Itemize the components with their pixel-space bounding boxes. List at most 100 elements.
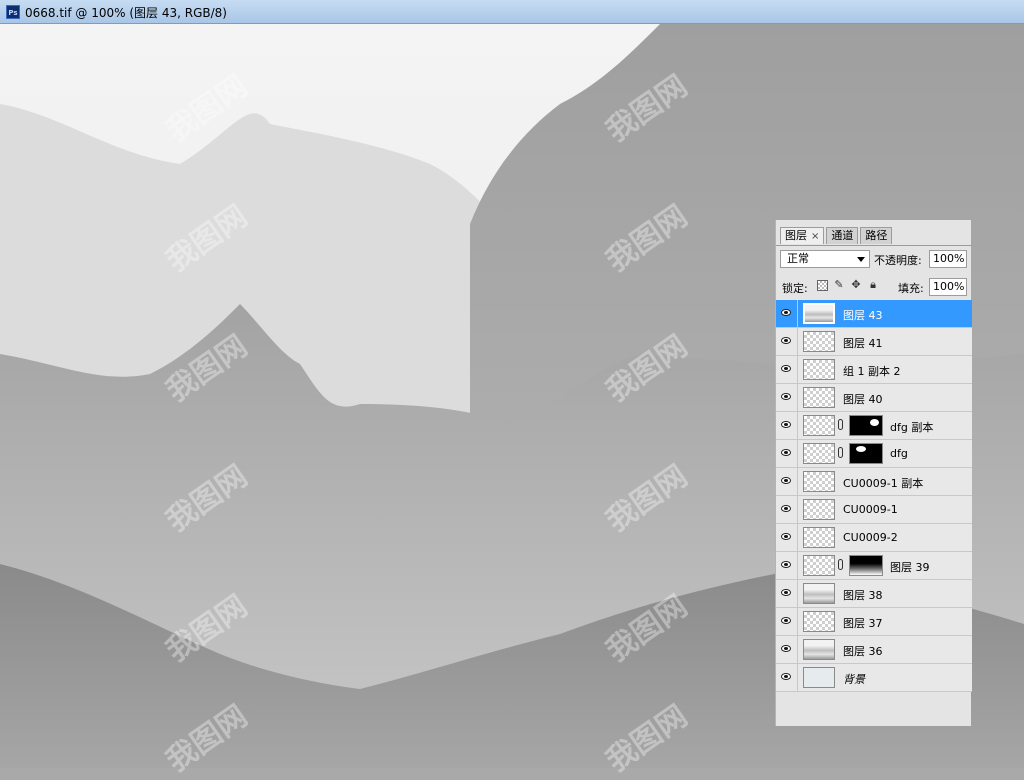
layer-thumbnail	[803, 667, 835, 688]
visibility-toggle[interactable]	[776, 552, 798, 579]
visibility-toggle[interactable]	[776, 496, 798, 523]
lock-transparency-icon[interactable]	[817, 280, 828, 291]
window-titlebar: Ps 0668.tif @ 100% (图层 43, RGB/8)	[0, 0, 1024, 24]
eye-icon	[781, 645, 791, 652]
layer-name: 图层 37	[843, 617, 883, 630]
layer-row[interactable]: 图层 40	[776, 384, 972, 412]
layer-row[interactable]: 图层 39	[776, 552, 972, 580]
layer-name: CU0009-2	[843, 531, 898, 544]
eye-icon	[781, 365, 791, 372]
layer-thumbnail	[803, 527, 835, 548]
layer-thumbnail	[803, 443, 835, 464]
layer-name: 图层 41	[843, 337, 883, 350]
visibility-toggle[interactable]	[776, 524, 798, 551]
visibility-toggle[interactable]	[776, 580, 798, 607]
blend-mode-select[interactable]: 正常	[780, 250, 870, 268]
visibility-toggle[interactable]	[776, 300, 798, 327]
panel-tabs: 图层 × 通道 路径	[780, 227, 894, 245]
layer-mask-thumbnail[interactable]	[849, 415, 883, 436]
visibility-toggle[interactable]	[776, 412, 798, 439]
layer-name: 图层 40	[843, 393, 883, 406]
tab-layers[interactable]: 图层 ×	[780, 227, 825, 244]
layer-name: 图层 36	[843, 645, 883, 658]
link-icon[interactable]	[838, 419, 843, 430]
eye-icon	[781, 533, 791, 540]
layer-row[interactable]: 组 1 副本 2	[776, 356, 972, 384]
layer-thumbnail	[803, 583, 835, 604]
layer-row[interactable]: dfg 副本	[776, 412, 972, 440]
tab-label: 图层	[785, 229, 807, 242]
layer-mask-thumbnail[interactable]	[849, 443, 883, 464]
eye-icon	[781, 309, 791, 316]
layer-thumbnail	[803, 387, 835, 408]
layer-row[interactable]: CU0009-1	[776, 496, 972, 524]
eye-icon	[781, 449, 791, 456]
opacity-label: 不透明度:	[874, 254, 922, 267]
fill-input[interactable]: 100%	[929, 278, 967, 296]
eye-icon	[781, 337, 791, 344]
layer-thumbnail	[803, 499, 835, 520]
tab-paths[interactable]: 路径	[860, 227, 893, 244]
layer-thumbnail	[803, 303, 835, 324]
blend-mode-value: 正常	[787, 252, 809, 265]
eye-icon	[781, 505, 791, 512]
link-icon[interactable]	[838, 559, 843, 570]
eye-icon	[781, 617, 791, 624]
fill-label: 填充:	[898, 282, 924, 295]
layer-thumbnail	[803, 471, 835, 492]
layer-row[interactable]: 图层 43	[776, 300, 972, 328]
layer-row[interactable]: dfg	[776, 440, 972, 468]
tab-divider	[776, 245, 972, 246]
eye-icon	[781, 673, 791, 680]
layer-name: CU0009-1	[843, 503, 898, 516]
layer-thumbnail	[803, 359, 835, 380]
layer-name: 图层 38	[843, 589, 883, 602]
layer-mask-thumbnail[interactable]	[849, 555, 883, 576]
opacity-input[interactable]: 100%	[929, 250, 967, 268]
layer-name: dfg	[890, 447, 908, 460]
layer-name: 图层 43	[843, 309, 883, 322]
layer-name: dfg 副本	[890, 421, 934, 434]
tab-label: 路径	[865, 229, 888, 242]
layer-row[interactable]: CU0009-1 副本	[776, 468, 972, 496]
visibility-toggle[interactable]	[776, 636, 798, 663]
layer-thumbnail	[803, 555, 835, 576]
eye-icon	[781, 421, 791, 428]
link-icon[interactable]	[838, 447, 843, 458]
layer-thumbnail	[803, 415, 835, 436]
lock-label: 锁定:	[782, 282, 808, 295]
chevron-down-icon	[857, 257, 865, 262]
layer-row[interactable]: 图层 37	[776, 608, 972, 636]
layer-thumbnail	[803, 331, 835, 352]
visibility-toggle[interactable]	[776, 356, 798, 383]
lock-all-icon[interactable]: 🔒︎	[867, 279, 879, 291]
lock-position-icon[interactable]: ✥	[850, 279, 862, 291]
visibility-toggle[interactable]	[776, 384, 798, 411]
layers-panel: 图层 × 通道 路径 正常 不透明度: 100% 锁定: ✎ ✥ 🔒︎ 填充: 1…	[775, 220, 972, 726]
visibility-toggle[interactable]	[776, 608, 798, 635]
visibility-toggle[interactable]	[776, 468, 798, 495]
layer-name: 背景	[843, 673, 865, 686]
tab-channels[interactable]: 通道	[826, 227, 859, 244]
eye-icon	[781, 477, 791, 484]
visibility-toggle[interactable]	[776, 328, 798, 355]
lock-pixels-icon[interactable]: ✎	[833, 279, 845, 291]
eye-icon	[781, 561, 791, 568]
layer-name: 图层 39	[890, 561, 930, 574]
layer-row[interactable]: CU0009-2	[776, 524, 972, 552]
layer-row[interactable]: 背景	[776, 664, 972, 692]
layer-row[interactable]: 图层 36	[776, 636, 972, 664]
eye-icon	[781, 589, 791, 596]
photoshop-icon: Ps	[6, 5, 20, 19]
eye-icon	[781, 393, 791, 400]
layer-row[interactable]: 图层 41	[776, 328, 972, 356]
layer-list: 图层 43 图层 41 组 1 副本 2 图层 40 dfg 副本 dfg CU…	[776, 300, 972, 692]
document-title: 0668.tif @ 100% (图层 43, RGB/8)	[25, 6, 227, 20]
layer-thumbnail	[803, 639, 835, 660]
visibility-toggle[interactable]	[776, 664, 798, 691]
layer-name: CU0009-1 副本	[843, 477, 924, 490]
tab-label: 通道	[831, 229, 854, 242]
close-icon[interactable]: ×	[811, 231, 819, 242]
visibility-toggle[interactable]	[776, 440, 798, 467]
layer-row[interactable]: 图层 38	[776, 580, 972, 608]
